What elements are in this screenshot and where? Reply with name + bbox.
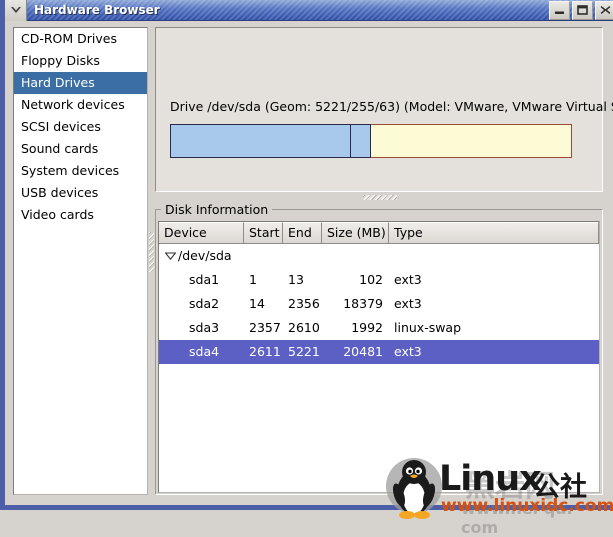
- vertical-splitter[interactable]: [149, 27, 154, 495]
- table-row[interactable]: sda4 2611 5221 20481 ext3: [159, 340, 599, 364]
- horizontal-splitter-grip[interactable]: [363, 195, 397, 200]
- partition-bar: [170, 124, 572, 158]
- window-content: CD-ROM Drives Floppy Disks Hard Drives N…: [5, 21, 613, 537]
- chevron-down-icon: [10, 6, 21, 13]
- table-row-root[interactable]: /dev/sda: [159, 244, 599, 268]
- maximize-button[interactable]: [572, 0, 593, 20]
- sidebar-item-usb-devices[interactable]: USB devices: [14, 182, 147, 204]
- cell-start: 2357: [249, 320, 281, 335]
- hardware-browser-window: Hardware Browser CD-ROM Drives Floppy Di…: [0, 0, 613, 537]
- table-row[interactable]: sda3 2357 2610 1992 linux-swap: [159, 316, 599, 340]
- maximize-icon: [577, 5, 588, 15]
- minimize-button[interactable]: [549, 0, 570, 20]
- partition-segment-2[interactable]: [350, 124, 371, 158]
- sidebar-item-floppy-disks[interactable]: Floppy Disks: [14, 50, 147, 72]
- column-header-start[interactable]: Start: [244, 222, 283, 244]
- vertical-splitter-grip[interactable]: [149, 232, 154, 272]
- cell-start: 1: [249, 272, 257, 287]
- cell-size: 102: [359, 272, 383, 287]
- sidebar-item-hard-drives[interactable]: Hard Drives: [14, 72, 147, 94]
- partition-segment-3[interactable]: [370, 124, 572, 158]
- cell-type: ext3: [394, 296, 422, 311]
- drive-description: Drive /dev/sda (Geom: 5221/255/63) (Mode…: [170, 99, 613, 114]
- cell-size: 20481: [343, 344, 383, 359]
- cell-start: 14: [249, 296, 265, 311]
- window-menu-button[interactable]: [5, 0, 27, 21]
- table-header-row: Device Start End Size (MB) Type: [159, 222, 599, 244]
- partition-segment-1[interactable]: [170, 124, 351, 158]
- column-header-size[interactable]: Size (MB): [322, 222, 389, 244]
- drive-overview-panel: Drive /dev/sda (Geom: 5221/255/63) (Mode…: [155, 27, 613, 192]
- cell-type: ext3: [394, 344, 422, 359]
- cell-end: 5221: [288, 344, 320, 359]
- title-bar: Hardware Browser: [5, 0, 613, 21]
- cell-device: sda4: [189, 344, 220, 359]
- sidebar-item-network-devices[interactable]: Network devices: [14, 94, 147, 116]
- watermark-url: www.linuxidc.com: [441, 496, 613, 516]
- cell-size: 1992: [351, 320, 383, 335]
- sidebar-item-cdrom-drives[interactable]: CD-ROM Drives: [14, 28, 147, 50]
- column-header-device[interactable]: Device: [159, 222, 244, 244]
- cell-size: 18379: [343, 296, 383, 311]
- cell-device: sda2: [189, 296, 220, 311]
- sidebar-item-video-cards[interactable]: Video cards: [14, 204, 147, 226]
- minimize-icon: [555, 11, 564, 14]
- table-row[interactable]: sda2 14 2356 18379 ext3: [159, 292, 599, 316]
- root-device-label: /dev/sda: [178, 248, 232, 263]
- close-icon: [600, 6, 611, 14]
- cell-device: sda1: [189, 272, 220, 287]
- close-button[interactable]: [595, 0, 613, 20]
- column-header-type[interactable]: Type: [389, 222, 599, 244]
- cell-end: 2610: [288, 320, 320, 335]
- cell-end: 13: [288, 272, 304, 287]
- column-header-end[interactable]: End: [283, 222, 322, 244]
- window-title: Hardware Browser: [34, 3, 160, 17]
- partition-table: Device Start End Size (MB) Type /dev/sda…: [158, 221, 600, 493]
- disk-information-label: Disk Information: [161, 202, 273, 217]
- watermark-ghost-url: www.hei qu. com: [461, 499, 573, 537]
- cell-type: ext3: [394, 272, 422, 287]
- sidebar-item-scsi-devices[interactable]: SCSI devices: [14, 116, 147, 138]
- horizontal-splitter[interactable]: [155, 193, 603, 202]
- cell-end: 2356: [288, 296, 320, 311]
- cell-start: 2611: [249, 344, 281, 359]
- table-row[interactable]: sda1 1 13 102 ext3: [159, 268, 599, 292]
- sidebar-item-system-devices[interactable]: System devices: [14, 160, 147, 182]
- cell-type: linux-swap: [394, 320, 462, 335]
- cell-device: sda3: [189, 320, 220, 335]
- triangle-down-icon[interactable]: [162, 252, 178, 260]
- category-list[interactable]: CD-ROM Drives Floppy Disks Hard Drives N…: [13, 27, 148, 495]
- sidebar-item-sound-cards[interactable]: Sound cards: [14, 138, 147, 160]
